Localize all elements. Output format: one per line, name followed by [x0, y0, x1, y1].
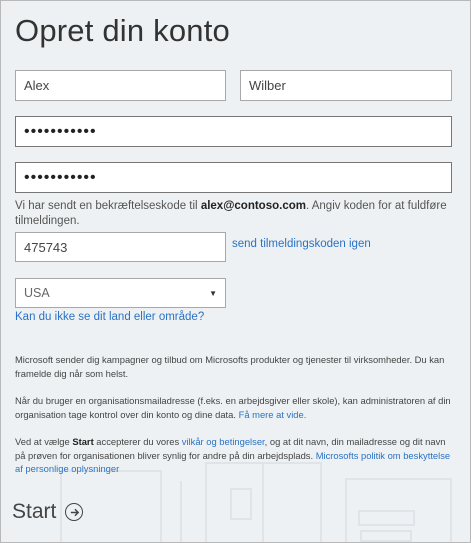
signup-window: Opret din konto Alex Wilber ••••••••••• …: [0, 0, 471, 543]
start-button[interactable]: Start: [12, 500, 84, 524]
country-help-link[interactable]: Kan du ikke se dit land eller område?: [15, 311, 204, 323]
organization-notice: Når du bruger en organisationsmailadress…: [15, 395, 451, 420]
chevron-down-icon: ▼: [209, 288, 217, 298]
country-selected-value: USA: [24, 286, 50, 300]
page-title: Opret din konto: [15, 13, 230, 48]
verification-email: alex@contoso.com: [200, 200, 306, 212]
terms-notice: Ved at vælge Start accepterer du vores v…: [15, 436, 451, 474]
country-select[interactable]: USA ▼: [15, 278, 226, 308]
arrow-right-circle-icon: [65, 503, 84, 521]
verification-info-text: Vi har sendt en bekræftelseskode til ale…: [15, 200, 447, 227]
marketing-notice: Microsoft sender dig kampagner og tilbud…: [15, 354, 445, 379]
first-name-input[interactable]: Alex: [15, 70, 226, 101]
learn-more-link[interactable]: Få mere at vide.: [239, 409, 307, 420]
terms-link[interactable]: vilkår og betingelser: [182, 436, 265, 447]
verification-code-input[interactable]: 475743: [15, 232, 226, 262]
resend-code-link[interactable]: send tilmeldingskoden igen: [232, 238, 371, 250]
confirm-password-input[interactable]: •••••••••••: [15, 162, 452, 193]
password-input[interactable]: •••••••••••: [15, 116, 452, 147]
start-button-label: Start: [12, 500, 57, 523]
last-name-input[interactable]: Wilber: [240, 70, 452, 101]
